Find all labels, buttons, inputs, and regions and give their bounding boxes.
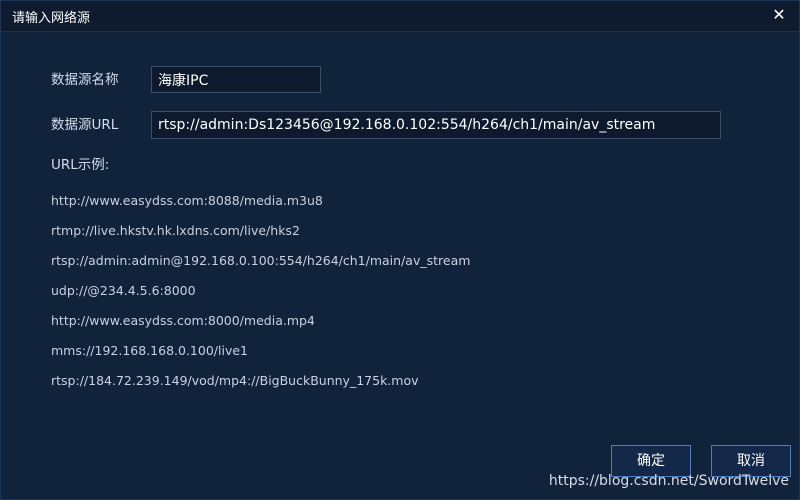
source-url-label: 数据源URL xyxy=(51,117,119,133)
url-example-item: udp://@234.4.5.6:8000 xyxy=(51,283,196,298)
url-example-item: rtmp://live.hkstv.hk.lxdns.com/live/hks2 xyxy=(51,223,300,238)
dialog-title: 请输入网络源 xyxy=(12,11,91,26)
watermark-text: https://blog.csdn.net/SwordTwelve xyxy=(548,473,789,489)
source-url-input[interactable] xyxy=(151,111,721,139)
url-example-item: rtsp://184.72.239.149/vod/mp4://BigBuckB… xyxy=(51,373,419,388)
url-examples-list: http://www.easydss.com:8088/media.m3u8 r… xyxy=(51,193,470,403)
url-examples-heading: URL示例: xyxy=(51,157,110,173)
url-example-item: rtsp://admin:admin@192.168.0.100:554/h26… xyxy=(51,253,471,268)
url-example-item: mms://192.168.168.0.100/live1 xyxy=(51,343,248,358)
source-name-input[interactable] xyxy=(151,66,321,93)
title-bar: 请输入网络源 ✕ xyxy=(1,1,799,32)
url-example-item: http://www.easydss.com:8088/media.m3u8 xyxy=(51,193,323,208)
url-example-item: http://www.easydss.com:8000/media.mp4 xyxy=(51,313,315,328)
close-icon[interactable]: ✕ xyxy=(769,5,789,25)
network-source-dialog: 请输入网络源 ✕ 数据源名称 数据源URL URL示例: http://www.… xyxy=(0,0,800,500)
source-name-label: 数据源名称 xyxy=(51,72,119,88)
